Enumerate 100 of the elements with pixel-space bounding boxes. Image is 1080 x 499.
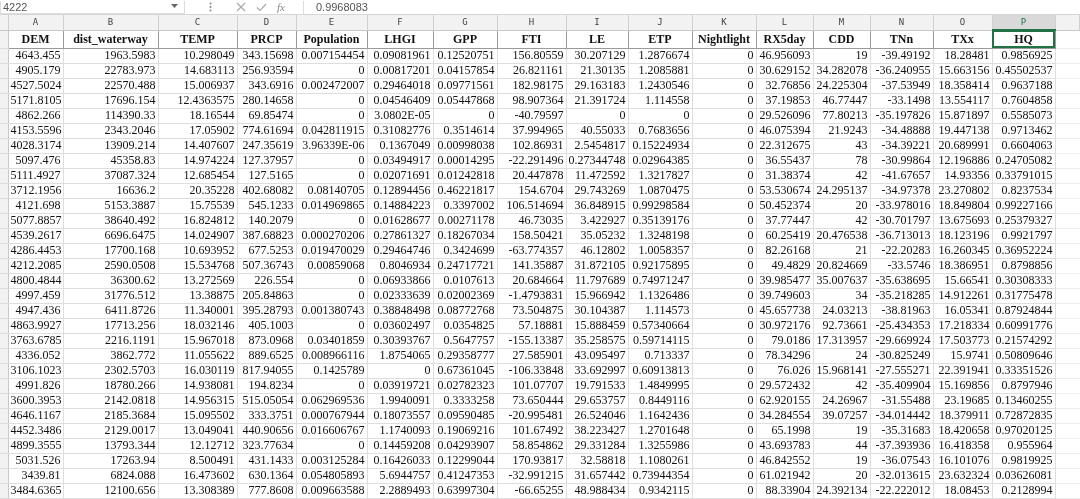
row-header[interactable] xyxy=(0,183,8,198)
header-cell[interactable]: Nightlight xyxy=(692,30,756,48)
header-cell[interactable]: FTI xyxy=(497,30,566,48)
table-cell: 0.18073557 xyxy=(367,408,433,423)
table-cell: 0 xyxy=(692,213,756,228)
row-header[interactable] xyxy=(0,273,8,288)
row-header[interactable] xyxy=(0,78,8,93)
row-header[interactable] xyxy=(0,408,8,423)
row-header[interactable] xyxy=(0,153,8,168)
column-header[interactable]: O xyxy=(933,15,992,30)
row-header[interactable] xyxy=(0,333,8,348)
row-header[interactable] xyxy=(0,138,8,153)
row-header[interactable] xyxy=(0,228,8,243)
table-cell: 4336.052 xyxy=(8,348,63,363)
row-header[interactable] xyxy=(0,30,8,48)
header-cell[interactable]: dist_waterway xyxy=(63,30,158,48)
check-icon[interactable] xyxy=(256,2,267,12)
row-header[interactable] xyxy=(0,63,8,78)
table-cell: 23.19685 xyxy=(933,393,992,408)
row-header[interactable] xyxy=(0,468,8,483)
row-header[interactable] xyxy=(0,453,8,468)
table-cell: -35.31683 xyxy=(870,423,933,438)
cancel-icon[interactable] xyxy=(236,2,246,12)
table-cell: 0.29464746 xyxy=(367,243,433,258)
column-header[interactable]: J xyxy=(628,15,692,30)
column-header[interactable]: H xyxy=(497,15,566,30)
table-cell: 440.90656 xyxy=(237,423,296,438)
table-cell: 78.34296 xyxy=(756,348,813,363)
header-cell[interactable]: RX5day xyxy=(756,30,813,48)
row-header[interactable] xyxy=(0,123,8,138)
table-cell: 21.391724 xyxy=(566,93,628,108)
column-header[interactable]: G xyxy=(433,15,497,30)
table-cell: 15.66541 xyxy=(933,273,992,288)
table-cell: 343.15698 xyxy=(237,48,296,63)
column-header[interactable]: M xyxy=(813,15,870,30)
header-cell[interactable]: ETP xyxy=(628,30,692,48)
header-cell[interactable]: TEMP xyxy=(158,30,237,48)
select-all-corner[interactable] xyxy=(0,15,8,30)
row-header[interactable] xyxy=(0,108,8,123)
table-cell: 92.73661 xyxy=(813,318,870,333)
row-header[interactable] xyxy=(0,93,8,108)
column-header[interactable]: C xyxy=(158,15,237,30)
row-header[interactable] xyxy=(0,318,8,333)
row-header[interactable] xyxy=(0,243,8,258)
header-cell[interactable]: CDD xyxy=(813,30,870,48)
header-cell[interactable]: DEM xyxy=(8,30,63,48)
column-header[interactable]: N xyxy=(870,15,933,30)
column-header[interactable]: P xyxy=(992,15,1055,30)
insert-function-button[interactable]: fx xyxy=(277,1,285,13)
table-cell: 0 xyxy=(296,288,367,303)
table-cell: 0.09081961 xyxy=(367,48,433,63)
column-header[interactable]: D xyxy=(237,15,296,30)
column-header[interactable]: E xyxy=(296,15,367,30)
table-cell: 82.26168 xyxy=(756,243,813,258)
column-header[interactable]: L xyxy=(756,15,813,30)
header-cell[interactable]: TXx xyxy=(933,30,992,48)
row-header[interactable] xyxy=(0,393,8,408)
table-cell: 1.3248198 xyxy=(628,228,692,243)
header-cell[interactable]: Population xyxy=(296,30,367,48)
table-cell: 17696.154 xyxy=(63,93,158,108)
header-cell[interactable]: PRCP xyxy=(237,30,296,48)
column-header[interactable]: I xyxy=(566,15,628,30)
table-cell: -30.701797 xyxy=(870,213,933,228)
table-cell: 12.12712 xyxy=(158,438,237,453)
table-cell: 4286.4453 xyxy=(8,243,63,258)
row-header[interactable] xyxy=(0,288,8,303)
table-cell: 0 xyxy=(692,483,756,498)
column-header[interactable]: F xyxy=(367,15,433,30)
row-header[interactable] xyxy=(0,378,8,393)
table-cell: 4153.5596 xyxy=(8,123,63,138)
formula-input[interactable]: 0.9968083 xyxy=(302,0,1080,14)
row-header[interactable] xyxy=(0,348,8,363)
row-header[interactable] xyxy=(0,423,8,438)
table-cell: 33.692997 xyxy=(566,363,628,378)
table-cell: 0 xyxy=(433,108,497,123)
header-cell[interactable]: GPP xyxy=(433,30,497,48)
table-cell: 0 xyxy=(692,303,756,318)
table-cell: 32.76856 xyxy=(756,78,813,93)
row-header[interactable] xyxy=(0,168,8,183)
table-cell: 0.03602497 xyxy=(367,318,433,333)
row-header[interactable] xyxy=(0,48,8,63)
row-header[interactable] xyxy=(0,198,8,213)
header-cell[interactable]: LE xyxy=(566,30,628,48)
row-header[interactable] xyxy=(0,363,8,378)
row-header[interactable] xyxy=(0,438,8,453)
column-header[interactable]: A xyxy=(8,15,63,30)
table-cell: 3439.81 xyxy=(8,468,63,483)
table-cell: 4121.698 xyxy=(8,198,63,213)
row-header[interactable] xyxy=(0,483,8,498)
table-cell: 0 xyxy=(692,468,756,483)
header-cell[interactable]: LHGI xyxy=(367,30,433,48)
header-cell[interactable]: TNn xyxy=(870,30,933,48)
row-header[interactable] xyxy=(0,213,8,228)
row-header[interactable] xyxy=(0,303,8,318)
drag-handle-icon[interactable] xyxy=(209,2,212,12)
column-header[interactable]: B xyxy=(63,15,158,30)
column-header[interactable]: K xyxy=(692,15,756,30)
name-box[interactable]: 4222 xyxy=(0,0,185,14)
header-cell[interactable]: HQ xyxy=(992,30,1055,48)
row-header[interactable] xyxy=(0,258,8,273)
